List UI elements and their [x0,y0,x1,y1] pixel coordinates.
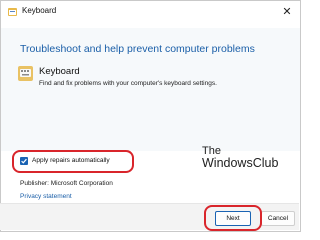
page-heading: Troubleshoot and help prevent computer p… [20,43,255,55]
annotation-circle-next [204,205,262,231]
troubleshooter-icon [8,8,17,16]
close-icon: ✕ [282,6,292,18]
item-title: Keyboard [39,66,80,77]
watermark-line2: WindowsClub [202,156,279,170]
annotation-circle-apply-repairs [12,150,134,173]
privacy-statement-link[interactable]: Privacy statement [20,193,72,200]
publisher-text: Publisher: Microsoft Corporation [20,180,113,187]
cancel-button[interactable]: Cancel [261,211,295,226]
title-bar: Keyboard ✕ [1,1,300,25]
keyboard-icon [18,66,33,81]
window-title: Keyboard [22,6,57,15]
close-button[interactable]: ✕ [280,5,294,19]
watermark: The WindowsClub [202,145,278,170]
item-description: Find and fix problems with your computer… [39,80,217,87]
